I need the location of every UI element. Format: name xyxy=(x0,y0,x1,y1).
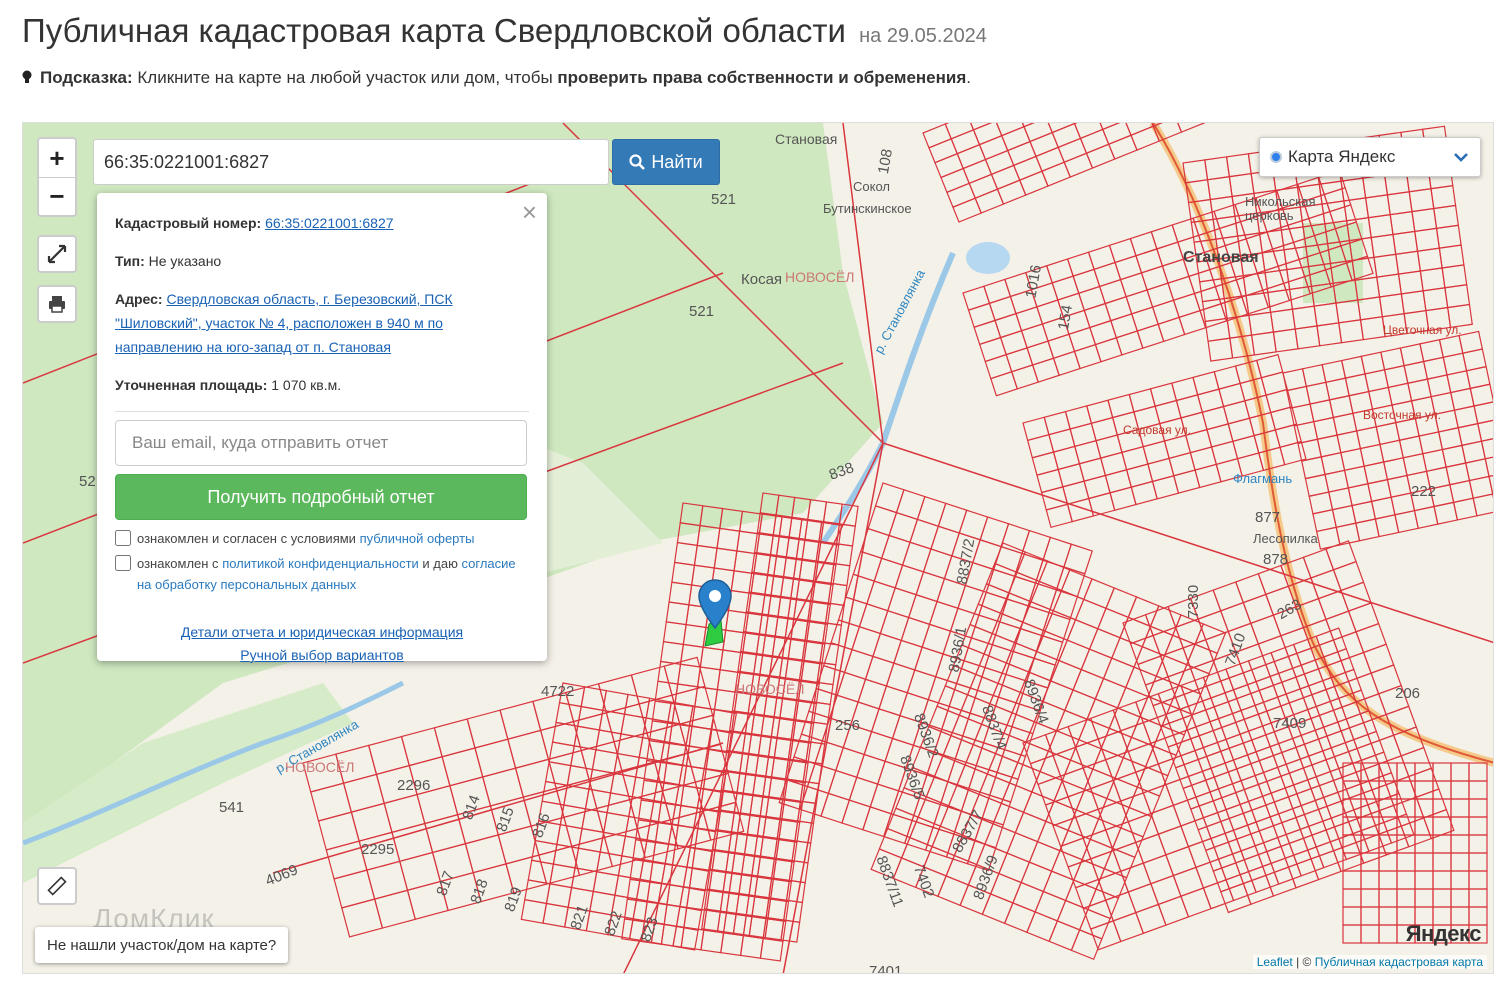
page-date: на 29.05.2024 xyxy=(859,25,987,47)
zoom-out-button[interactable]: − xyxy=(39,177,75,215)
parcel-label: 878 xyxy=(1263,551,1289,568)
privacy-checkbox-label: ознакомлен с политикой конфиденциальност… xyxy=(137,553,529,595)
hint-text: Кликните на карте на любой участок или д… xyxy=(137,68,553,87)
hint: Подсказка: Кликните на карте на любой уч… xyxy=(22,68,971,88)
hint-label: Подсказка: xyxy=(40,68,133,87)
parcel-info-popup: × Кадастровый номер: 66:35:0221001:6827 … xyxy=(97,193,547,663)
leaflet-link[interactable]: Leaflet xyxy=(1257,955,1293,969)
map-layer-select[interactable]: Карта Яндекс xyxy=(1259,137,1481,177)
parcel-label: 877 xyxy=(1255,509,1281,526)
privacy-agreement-checkbox[interactable]: ознакомлен с политикой конфиденциальност… xyxy=(115,553,529,595)
parcel-label: 206 xyxy=(1395,685,1421,702)
email-field[interactable] xyxy=(115,420,527,466)
search-button-label: Найти xyxy=(651,151,703,172)
map-label-flagman: Флагмань xyxy=(1233,471,1293,486)
map-label-cemetery: Бутинскинское xyxy=(823,201,912,216)
area-label: Уточненная площадь: xyxy=(115,377,268,393)
privacy-text-2: и даю xyxy=(422,556,458,571)
map-label-street-vostochnaya: Восточная ул. xyxy=(1363,408,1441,422)
map-label-street-tsvetochnaya: Цветочная ул. xyxy=(1383,323,1462,337)
close-icon[interactable]: × xyxy=(522,199,537,225)
fullscreen-button[interactable] xyxy=(37,235,77,273)
popup-links: Детали отчета и юридическая информация Р… xyxy=(115,621,529,667)
cadastral-map-link[interactable]: Публичная кадастровая карта xyxy=(1315,955,1483,969)
print-button[interactable] xyxy=(37,285,77,323)
hint-end: . xyxy=(966,68,971,87)
parcel-label: 222 xyxy=(1411,483,1437,500)
radio-selected-icon xyxy=(1270,151,1282,163)
address-link[interactable]: Свердловская область, г. Березовский, ПС… xyxy=(115,291,453,355)
print-icon xyxy=(49,296,65,313)
address-row: Адрес: Свердловская область, г. Березовс… xyxy=(115,287,529,359)
type-label: Тип: xyxy=(115,253,145,269)
cadastral-number-link[interactable]: 66:35:0221001:6827 xyxy=(265,215,393,231)
report-details-link[interactable]: Детали отчета и юридическая информация xyxy=(181,624,463,640)
privacy-policy-link[interactable]: политикой конфиденциальности xyxy=(222,556,419,571)
map-label-stanovaya: Становая xyxy=(1183,249,1259,266)
location-marker-icon[interactable] xyxy=(695,578,735,648)
offer-text: ознакомлен и согласен с условиями xyxy=(137,531,356,546)
parcel-label: 256 xyxy=(835,717,861,734)
offer-checkbox-label: ознакомлен и согласен с условиями публич… xyxy=(137,528,474,549)
cadastral-search-input[interactable] xyxy=(93,139,609,185)
type-value: Не указано xyxy=(148,253,222,269)
map-label-novosel-3: НОВОСЁЛ xyxy=(735,681,805,697)
offer-agreement-checkbox[interactable]: ознакомлен и согласен с условиями публич… xyxy=(115,528,529,549)
zoom-control: + − xyxy=(37,137,77,217)
map-label-sokol: Сокол xyxy=(853,179,890,194)
parcel-label: 2295 xyxy=(361,841,395,858)
zoom-in-button[interactable]: + xyxy=(39,139,75,177)
map-label-church: Никольская церковь xyxy=(1245,194,1316,223)
hint-bold-text: проверить права собственности и обремене… xyxy=(557,68,967,87)
yandex-logo: Яндекс xyxy=(1405,921,1482,946)
get-report-button[interactable]: Получить подробный отчет xyxy=(115,474,527,520)
page-title-text: Публичная кадастровая карта Свердловской… xyxy=(22,12,846,49)
cadastral-map[interactable]: Становая Становая Косая НОВОСЁЛ НОВОСЁЛ … xyxy=(22,122,1494,974)
cadastral-number-row: Кадастровый номер: 66:35:0221001:6827 xyxy=(115,211,529,235)
map-label-kosaya: Косая xyxy=(741,271,783,288)
ruler-button[interactable] xyxy=(37,867,77,905)
offer-checkbox[interactable] xyxy=(115,530,131,546)
privacy-checkbox[interactable] xyxy=(115,555,131,571)
page-title: Публичная кадастровая карта Свердловской… xyxy=(22,12,987,50)
map-label-lesopilka: Лесопилка xyxy=(1253,531,1318,546)
expand-icon xyxy=(47,244,67,264)
parcel-label: 2296 xyxy=(397,777,431,794)
map-label-street-sadovaya: Садовая ул. xyxy=(1123,423,1191,437)
search-icon xyxy=(629,154,646,170)
parcel-label: 52 xyxy=(79,473,96,490)
attribution-separator: | © xyxy=(1296,955,1312,969)
parcel-label: 4722 xyxy=(541,683,575,700)
parcel-label: 7330 xyxy=(1185,584,1203,619)
not-found-button[interactable]: Не нашли участок/дом на карте? xyxy=(35,927,289,963)
area-value: 1 070 кв.м. xyxy=(271,377,342,393)
parcel-label: 521 xyxy=(711,191,737,208)
parcel-label: 7409 xyxy=(1273,715,1307,732)
search-button[interactable]: Найти xyxy=(612,139,720,185)
parcel-label: 541 xyxy=(219,799,245,816)
privacy-text-1: ознакомлен с xyxy=(137,556,219,571)
type-row: Тип: Не указано xyxy=(115,249,529,273)
cadastral-number-label: Кадастровый номер: xyxy=(115,215,262,231)
lightbulb-icon xyxy=(22,70,32,83)
manual-selection-link[interactable]: Ручной выбор вариантов xyxy=(240,647,404,663)
map-attribution: Leaflet | © Публичная кадастровая карта xyxy=(1252,955,1487,969)
address-label: Адрес: xyxy=(115,291,163,307)
parcel-label: 7401 xyxy=(869,963,903,974)
ruler-icon xyxy=(47,876,67,896)
map-layer-selected: Карта Яндекс xyxy=(1288,147,1396,166)
map-label-stanovaya-top: Становая xyxy=(775,131,838,147)
chevron-down-icon xyxy=(1454,153,1468,162)
map-label-novosel-1: НОВОСЁЛ xyxy=(785,269,855,285)
area-row: Уточненная площадь: 1 070 кв.м. xyxy=(115,373,529,397)
divider xyxy=(115,411,529,412)
parcel-label: 521 xyxy=(689,303,715,320)
public-offer-link[interactable]: публичной оферты xyxy=(360,531,475,546)
